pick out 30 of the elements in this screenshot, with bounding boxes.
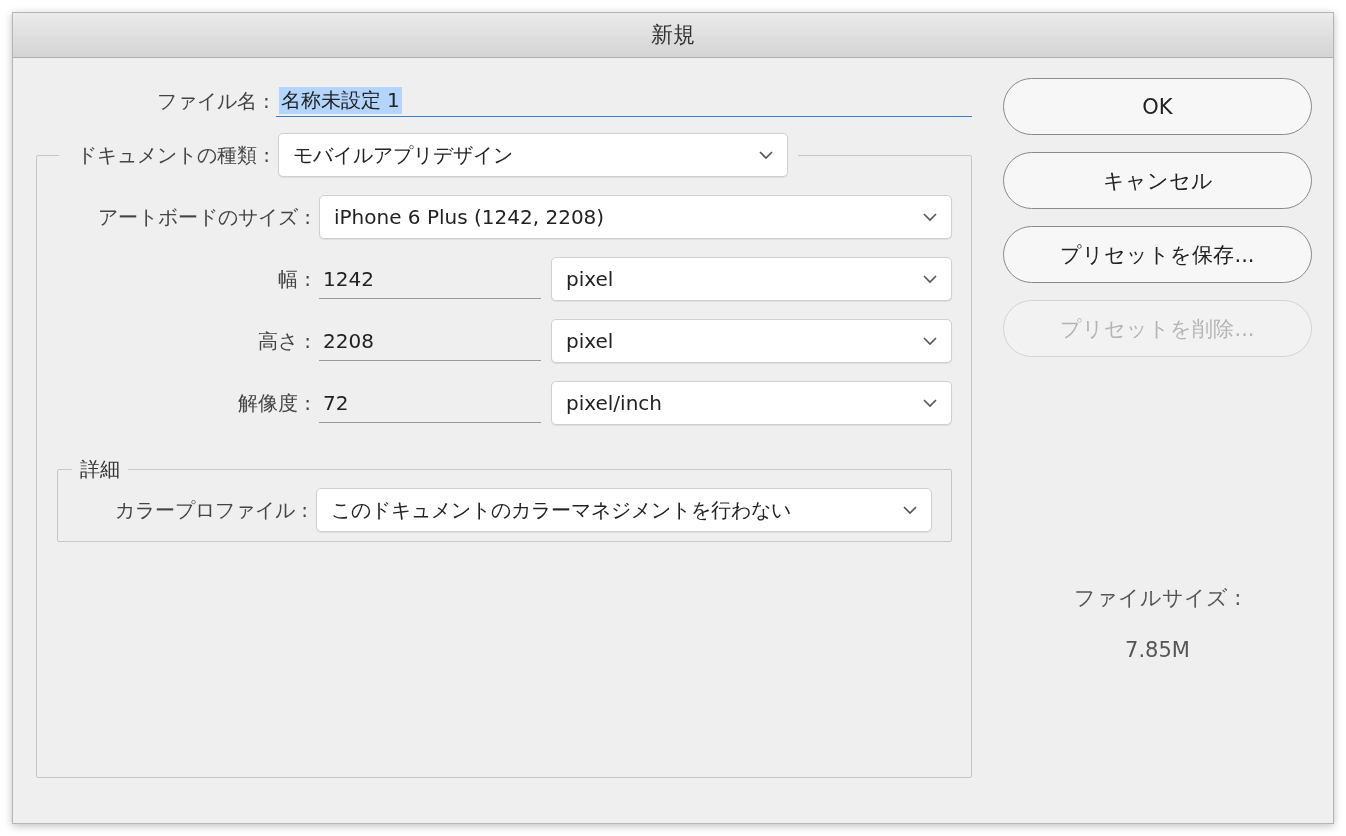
- field-label: 高さ :: [256, 327, 311, 355]
- window-title: 新規: [651, 21, 695, 49]
- chevron-down-icon: [923, 274, 937, 284]
- dropdown[interactable]: モバイルアプリデザイン: [278, 133, 789, 177]
- field-label: 解像度 :: [236, 389, 311, 417]
- field-label: アートボードのサイズ :: [96, 203, 311, 231]
- input-field[interactable]: 72: [319, 383, 541, 423]
- chevron-down-icon: [759, 150, 774, 160]
- input-field[interactable]: 名称未設定 1: [275, 85, 972, 117]
- dropdown[interactable]: このドキュメントのカラーマネジメントを行わない: [316, 488, 932, 532]
- field-label: ファイル名 :: [155, 87, 270, 115]
- field-label: ドキュメントの種類 :: [77, 141, 271, 169]
- dialog-button[interactable]: OK: [1003, 78, 1312, 135]
- dropdown[interactable]: pixel: [551, 319, 952, 363]
- dropdown[interactable]: iPhone 6 Plus (1242, 2208): [319, 195, 952, 239]
- chevron-down-icon: [923, 336, 937, 346]
- field-label: 幅 :: [276, 265, 311, 293]
- chevron-down-icon: [923, 212, 937, 222]
- dialog-button[interactable]: キャンセル: [1003, 152, 1312, 209]
- input-field[interactable]: 2208: [319, 321, 541, 361]
- chevron-down-icon: [903, 505, 917, 515]
- group-title: 詳細: [79, 456, 121, 483]
- file-size-label: ファイルサイズ :: [1073, 585, 1242, 612]
- chevron-down-icon: [923, 398, 937, 408]
- input-field[interactable]: 1242: [319, 259, 541, 299]
- dropdown[interactable]: pixel/inch: [551, 381, 952, 425]
- dialog-button[interactable]: プリセットを保存...: [1003, 226, 1312, 283]
- field-label: カラープロファイル :: [113, 496, 308, 524]
- file-size-value: 7.85M: [1125, 638, 1190, 662]
- dropdown[interactable]: pixel: [551, 257, 952, 301]
